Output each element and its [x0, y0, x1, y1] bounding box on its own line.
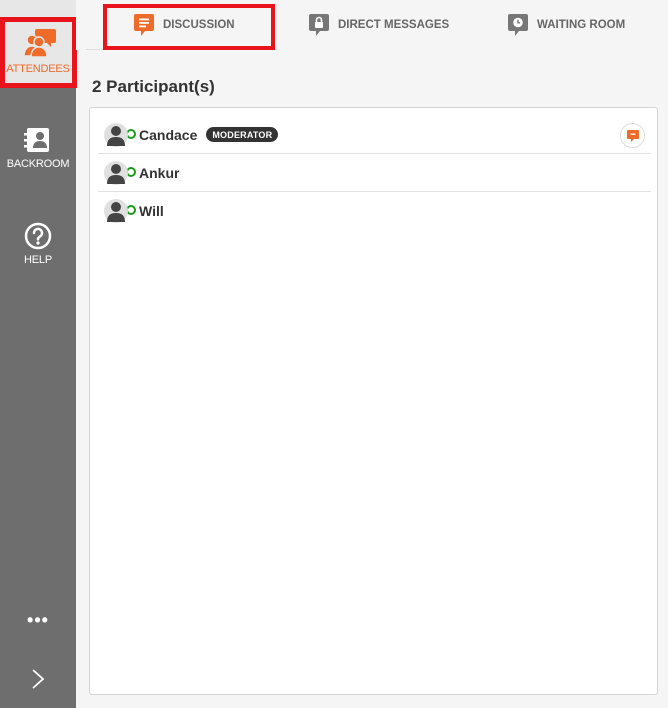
lock-chat-icon: [309, 14, 329, 36]
participant-name: Candace: [139, 126, 198, 143]
sidebar-item-help[interactable]: HELP: [0, 222, 76, 272]
participant-row[interactable]: Ankur: [98, 154, 651, 192]
user-icon: [107, 163, 125, 184]
participant-name: Will: [139, 203, 164, 219]
avatar: [104, 160, 128, 185]
participant-row[interactable]: Candace MODERATOR: [98, 116, 651, 154]
direct-message-button[interactable]: [620, 123, 645, 148]
clock-chat-icon: [508, 14, 528, 36]
sidebar: ATTENDEES BACKROOM HELP •••: [0, 0, 77, 708]
tab-direct-messages[interactable]: DIRECT MESSAGES: [309, 0, 449, 50]
tab-label: DIRECT MESSAGES: [338, 19, 450, 31]
sidebar-item-backroom[interactable]: BACKROOM: [0, 126, 76, 176]
moderator-badge: MODERATOR: [206, 127, 279, 142]
sidebar-item-label: BACKROOM: [6, 158, 70, 170]
participant-count: 2 Participant(s): [92, 77, 215, 96]
tab-waiting-room[interactable]: WAITING ROOM: [508, 0, 625, 50]
avatar: [104, 199, 128, 223]
participant-list: Candace MODERATOR Ankur Will: [89, 107, 658, 695]
chat-icon: [627, 130, 639, 142]
tab-bar: DISCUSSION DIRECT MESSAGES WAITING ROOM: [76, 0, 668, 50]
highlight-box: [0, 17, 77, 88]
participant-name: Ankur: [139, 164, 180, 181]
contact-card-icon: [24, 128, 49, 152]
tab-label: DISCUSSION: [163, 19, 235, 31]
more-icon[interactable]: •••: [0, 608, 76, 632]
tab-label: WAITING ROOM: [537, 19, 626, 31]
sidebar-item-attendees[interactable]: ATTENDEES: [0, 0, 77, 88]
divider: [86, 49, 276, 50]
participant-row[interactable]: Will: [98, 192, 651, 230]
tab-discussion[interactable]: DISCUSSION: [134, 0, 235, 50]
chevron-right-icon: [32, 669, 45, 689]
expand-button[interactable]: [0, 668, 76, 696]
user-icon: [107, 125, 125, 146]
sidebar-item-label: HELP: [24, 254, 52, 266]
user-icon: [107, 202, 125, 222]
chat-lines-icon: [134, 14, 154, 36]
question-circle-icon: [24, 222, 52, 250]
avatar: [104, 122, 128, 147]
